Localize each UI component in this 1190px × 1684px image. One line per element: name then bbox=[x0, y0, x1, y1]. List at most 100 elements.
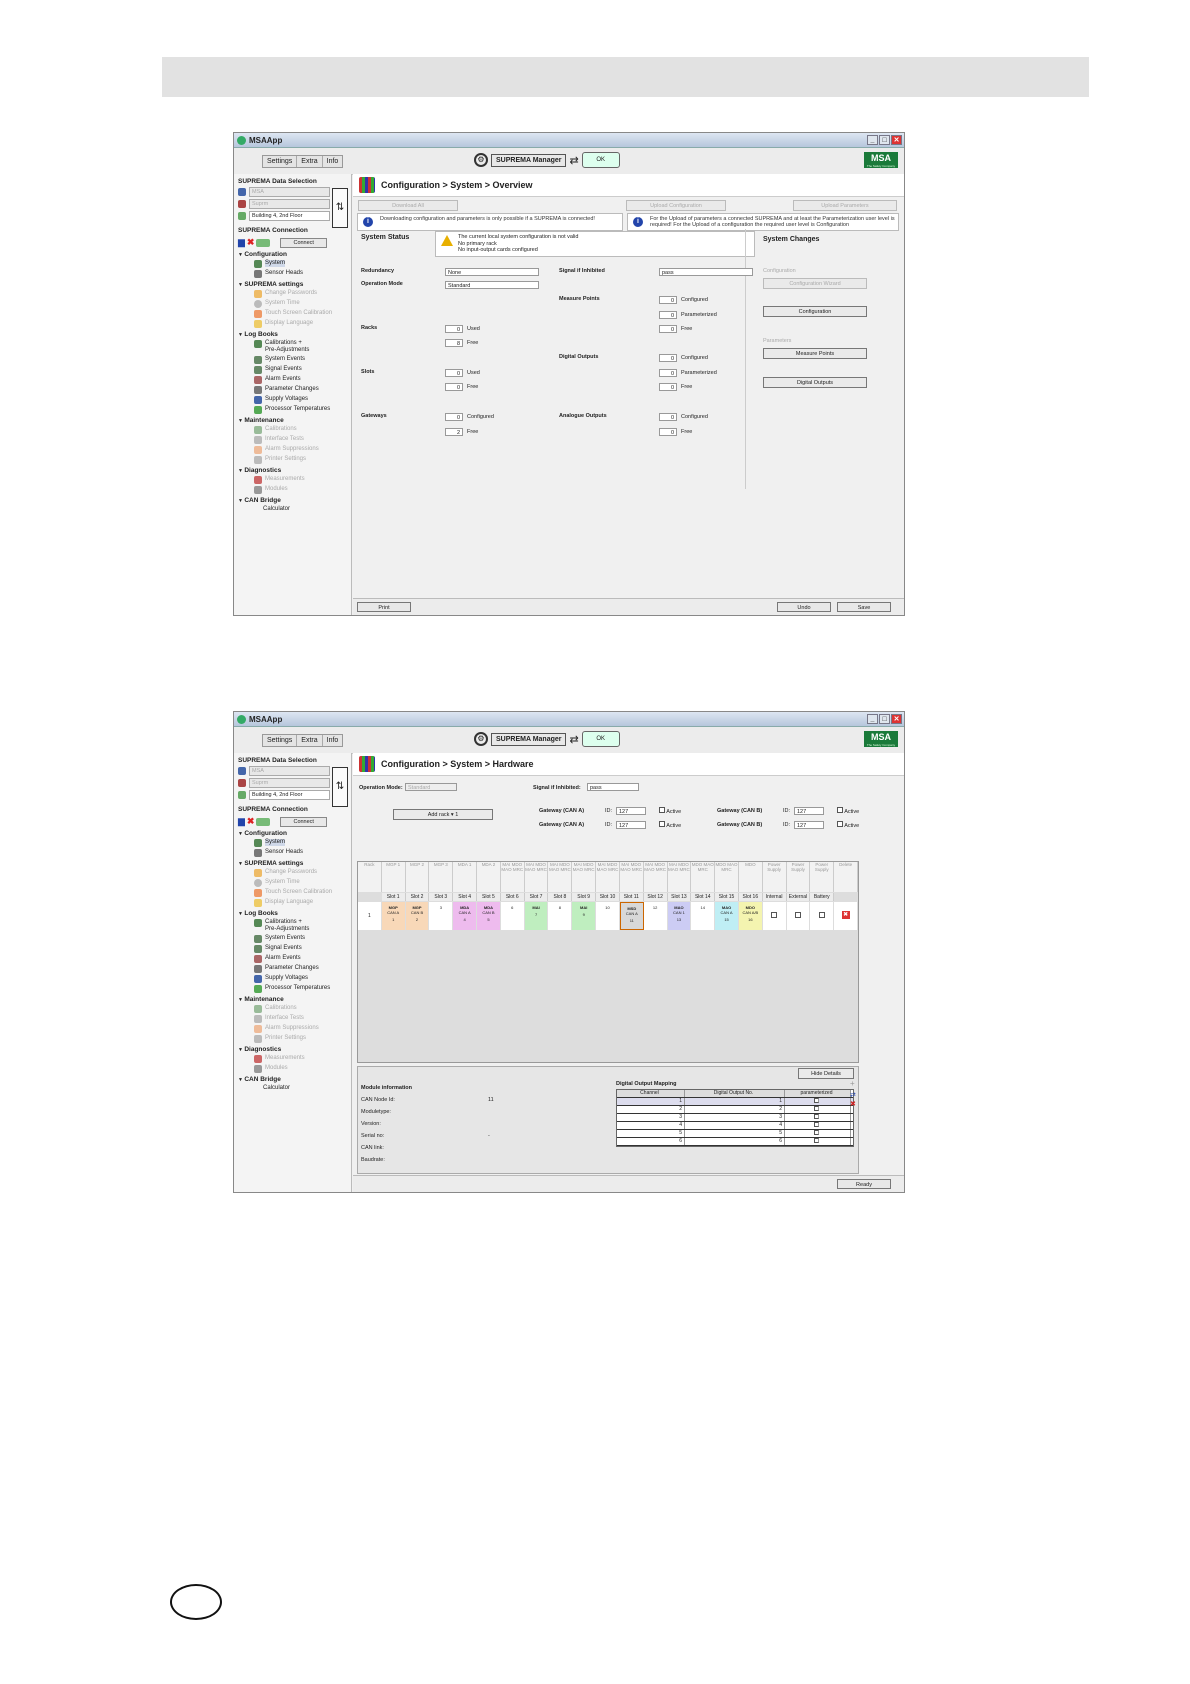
nav-touch-calibration[interactable]: Touch Screen Calibration bbox=[254, 889, 347, 897]
nav-display-language[interactable]: Display Language bbox=[254, 899, 347, 907]
refresh-icon[interactable]: ⇅ bbox=[332, 188, 348, 228]
nav-processor-temperatures[interactable]: Processor Temperatures bbox=[254, 406, 347, 414]
menu-extra[interactable]: Extra bbox=[297, 734, 323, 746]
nav-system[interactable]: System bbox=[254, 260, 347, 268]
power-supply-checkbox[interactable] bbox=[762, 902, 787, 930]
minimize-button[interactable]: _ bbox=[867, 135, 878, 145]
gateway-a1-active[interactable]: Active bbox=[659, 807, 681, 815]
suprema-manager-button[interactable]: SUPREMA Manager bbox=[491, 153, 567, 167]
customer-select[interactable]: MSA bbox=[249, 766, 330, 776]
table-row[interactable]: 22 bbox=[617, 1106, 853, 1114]
close-button[interactable]: ✕ bbox=[891, 135, 902, 145]
ready-button[interactable]: Ready bbox=[837, 1179, 891, 1189]
nav-calibrations-log[interactable]: Calibrations + Pre-Adjustments bbox=[254, 919, 347, 933]
nav-supply-voltages[interactable]: Supply Voltages bbox=[254, 396, 347, 404]
group-diagnostics[interactable]: Diagnostics bbox=[238, 1046, 347, 1053]
module-slot[interactable]: MSD CAN A 11 bbox=[619, 902, 644, 930]
module-slot[interactable]: 8 bbox=[548, 902, 573, 930]
sync-icon[interactable]: ⇄ bbox=[569, 154, 578, 167]
module-slot[interactable]: 6 bbox=[500, 902, 525, 930]
nav-sensor-heads[interactable]: Sensor Heads bbox=[254, 849, 347, 857]
operation-mode-field[interactable]: Standard bbox=[445, 281, 539, 289]
module-slot[interactable]: 10 bbox=[596, 902, 620, 930]
nav-interface-tests[interactable]: Interface Tests bbox=[254, 436, 347, 444]
print-button[interactable]: Print bbox=[357, 602, 411, 612]
nav-measurements[interactable]: Measurements bbox=[254, 476, 347, 484]
nav-change-passwords[interactable]: Change Passwords bbox=[254, 290, 347, 298]
table-row[interactable]: 44 bbox=[617, 1122, 853, 1130]
nav-display-language[interactable]: Display Language bbox=[254, 320, 347, 328]
nav-alarm-suppressions[interactable]: Alarm Suppressions bbox=[254, 1025, 347, 1033]
group-suprema-settings[interactable]: SUPREMA settings bbox=[238, 281, 347, 288]
module-slot[interactable]: MGP CAN A1 bbox=[381, 902, 406, 930]
power-supply-checkbox[interactable] bbox=[786, 902, 811, 930]
download-all-button[interactable]: Download All bbox=[358, 200, 458, 211]
nav-calculator[interactable]: Calculator bbox=[263, 506, 347, 513]
menu-extra[interactable]: Extra bbox=[297, 155, 323, 167]
checkbox[interactable] bbox=[659, 807, 665, 813]
nav-sensor-heads[interactable]: Sensor Heads bbox=[254, 270, 347, 278]
nav-parameter-changes[interactable]: Parameter Changes bbox=[254, 386, 347, 394]
close-button[interactable]: ✕ bbox=[891, 714, 902, 724]
parameterized-checkbox[interactable] bbox=[785, 1130, 851, 1137]
nav-supply-voltages[interactable]: Supply Voltages bbox=[254, 975, 347, 983]
redundancy-field[interactable]: None bbox=[445, 268, 539, 276]
module-slot[interactable]: MAI 9 bbox=[572, 902, 597, 930]
remove-icon[interactable]: ✖ bbox=[850, 1100, 856, 1108]
nav-processor-temperatures[interactable]: Processor Temperatures bbox=[254, 985, 347, 993]
module-slot[interactable]: MDO CAN A/B 16 bbox=[738, 902, 763, 930]
hide-details-button[interactable]: Hide Details bbox=[798, 1068, 854, 1079]
parameterized-checkbox[interactable] bbox=[785, 1114, 851, 1121]
add-rack-button[interactable]: Add rack ▾ 1 bbox=[393, 809, 493, 820]
nav-touch-calibration[interactable]: Touch Screen Calibration bbox=[254, 310, 347, 318]
parameterized-checkbox[interactable] bbox=[785, 1122, 851, 1129]
group-configuration[interactable]: Configuration bbox=[238, 251, 347, 258]
nav-calculator[interactable]: Calculator bbox=[263, 1085, 347, 1092]
power-supply-checkbox[interactable] bbox=[810, 902, 835, 930]
module-slot[interactable]: MDA CAN A4 bbox=[453, 902, 478, 930]
table-row[interactable]: 66 bbox=[617, 1138, 853, 1146]
upload-parameters-button[interactable]: Upload Parameters bbox=[793, 200, 897, 211]
location-select[interactable]: Building 4, 2nd Floor bbox=[249, 790, 330, 800]
gateway-b2-id[interactable]: 127 bbox=[794, 821, 824, 829]
configuration-wizard-button[interactable]: Configuration Wizard bbox=[763, 278, 867, 289]
nav-change-passwords[interactable]: Change Passwords bbox=[254, 869, 347, 877]
parameterized-checkbox[interactable] bbox=[785, 1138, 851, 1145]
module-slot[interactable]: 12 bbox=[643, 902, 668, 930]
nav-modules[interactable]: Modules bbox=[254, 1065, 347, 1073]
group-can-bridge[interactable]: CAN Bridge bbox=[238, 1076, 347, 1083]
maximize-button[interactable]: □ bbox=[879, 714, 890, 724]
nav-calibrations[interactable]: Calibrations bbox=[254, 1005, 347, 1013]
signal-inhibited-field[interactable]: pass bbox=[659, 268, 753, 276]
nav-printer-settings[interactable]: Printer Settings bbox=[254, 456, 347, 464]
edit-icon[interactable]: ⇄ bbox=[850, 1091, 856, 1099]
gateway-b1-id[interactable]: 127 bbox=[794, 807, 824, 815]
group-maintenance[interactable]: Maintenance bbox=[238, 996, 347, 1003]
connect-button[interactable]: Connect bbox=[280, 237, 327, 248]
gateway-a2-id[interactable]: 127 bbox=[616, 821, 646, 829]
menu-settings[interactable]: Settings bbox=[263, 734, 298, 746]
undo-button[interactable]: Undo bbox=[777, 602, 831, 612]
table-row[interactable]: 11 bbox=[617, 1098, 853, 1106]
module-slot[interactable]: MAO CAN A 15 bbox=[715, 902, 739, 930]
gear-icon[interactable]: ⚙ bbox=[474, 153, 488, 167]
nav-system-events[interactable]: System Events bbox=[254, 356, 347, 364]
save-button[interactable]: Save bbox=[837, 602, 891, 612]
checkbox[interactable] bbox=[659, 821, 665, 827]
connect-button[interactable]: Connect bbox=[280, 816, 327, 827]
module-slot[interactable]: 14 bbox=[691, 902, 716, 930]
nav-signal-events[interactable]: Signal Events bbox=[254, 945, 347, 953]
gateway-a1-id[interactable]: 127 bbox=[616, 807, 646, 815]
nav-calibrations[interactable]: Calibrations bbox=[254, 426, 347, 434]
nav-measurements[interactable]: Measurements bbox=[254, 1055, 347, 1063]
monitor-icon[interactable]: OK bbox=[581, 731, 620, 747]
checkbox[interactable] bbox=[837, 821, 843, 827]
nav-system-events[interactable]: System Events bbox=[254, 935, 347, 943]
menu-info[interactable]: Info bbox=[323, 156, 343, 167]
nav-printer-settings[interactable]: Printer Settings bbox=[254, 1035, 347, 1043]
nav-calibrations-log[interactable]: Calibrations + Pre-Adjustments bbox=[254, 340, 347, 354]
gear-icon[interactable]: ⚙ bbox=[474, 732, 488, 746]
group-configuration[interactable]: Configuration bbox=[238, 830, 347, 837]
minimize-button[interactable]: _ bbox=[867, 714, 878, 724]
add-icon[interactable]: + bbox=[850, 1079, 855, 1088]
